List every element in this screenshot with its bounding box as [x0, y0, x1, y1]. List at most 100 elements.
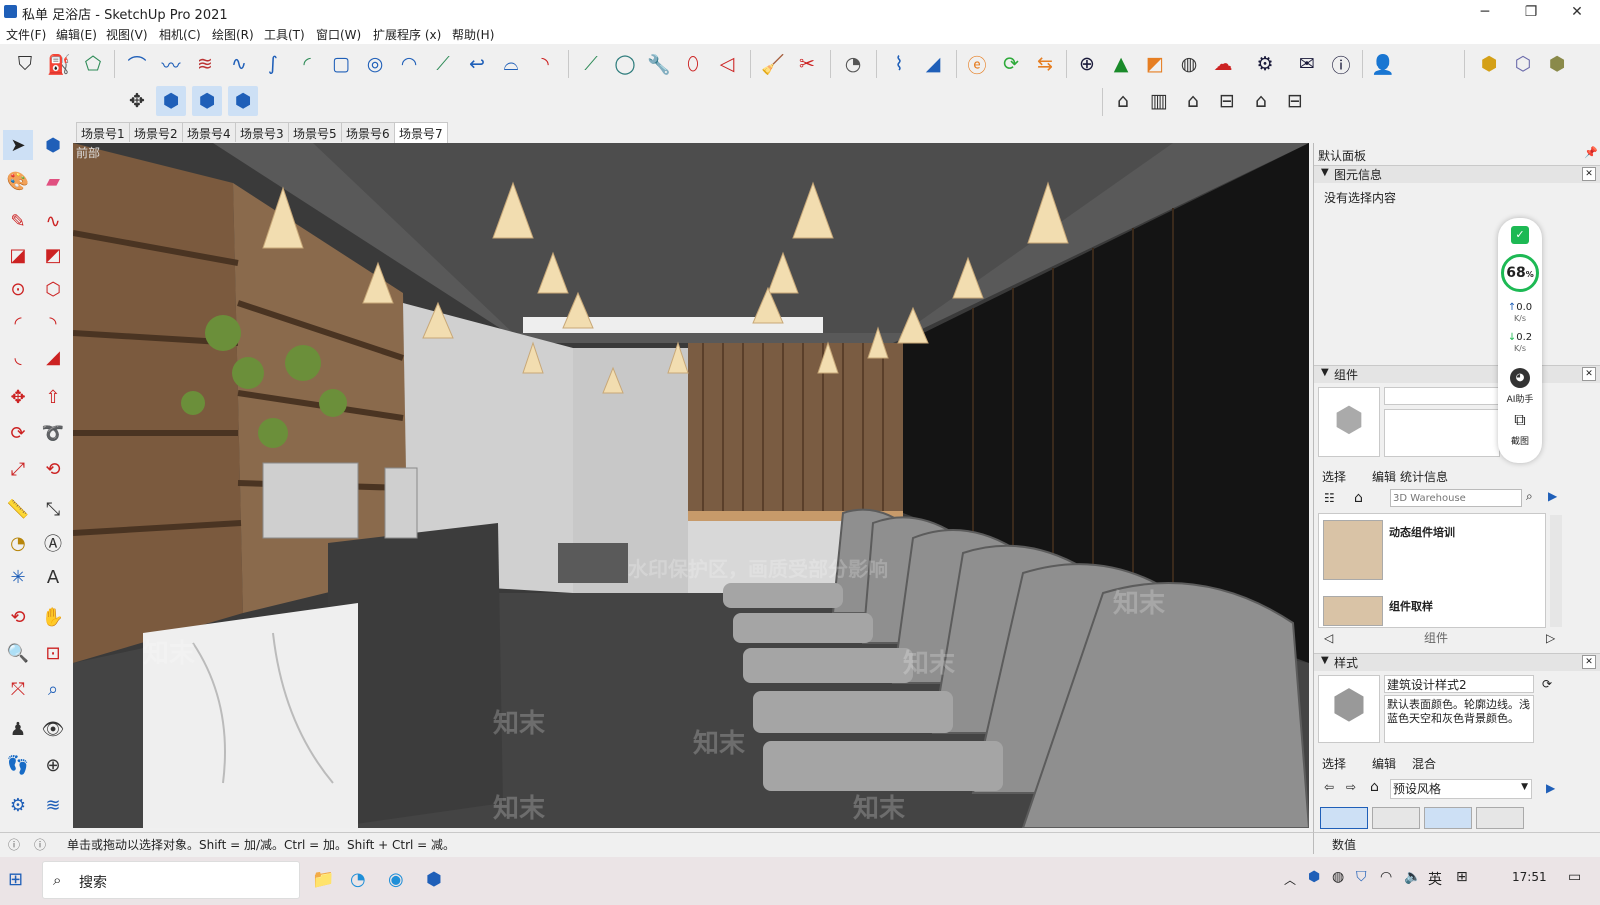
- sketchup-taskbar-icon[interactable]: ⬢: [426, 869, 442, 890]
- top-view-icon[interactable]: ▥: [1144, 86, 1174, 116]
- close-icon[interactable]: ✕: [1582, 655, 1596, 669]
- component-thumb[interactable]: [1323, 520, 1383, 580]
- component-search-input[interactable]: [1390, 489, 1522, 507]
- menu-extensions[interactable]: 扩展程序 (x): [373, 26, 441, 43]
- list-item[interactable]: 组件取样: [1389, 598, 1433, 614]
- zoom-extents-icon[interactable]: ⤧: [3, 674, 33, 704]
- cloud-upload-icon[interactable]: ☁: [1208, 49, 1238, 79]
- axes-icon[interactable]: ✳: [3, 562, 33, 592]
- shield-icon[interactable]: ⛉: [10, 49, 40, 79]
- clock-time[interactable]: 17:51: [1512, 870, 1547, 884]
- pin-icon[interactable]: 📌: [1584, 146, 1598, 159]
- sandbox-icon[interactable]: ≋: [38, 790, 68, 820]
- crop-screenshot-icon[interactable]: ⧉: [1510, 410, 1530, 430]
- style-thumb[interactable]: [1320, 807, 1368, 829]
- section-plane-icon[interactable]: ⊕: [38, 750, 68, 780]
- follow-me-icon[interactable]: ➰: [38, 418, 68, 448]
- rotated-rect-icon[interactable]: ◩: [38, 240, 68, 270]
- network-widget[interactable]: ✓ 68% ↑0.0 K/s ↓0.2 K/s ◕ AI助手 ⧉ 截图: [1498, 218, 1542, 463]
- shaded-view-icon[interactable]: ⬢: [192, 86, 222, 116]
- home-icon[interactable]: ⌂: [1354, 490, 1363, 506]
- menu-file[interactable]: 文件(F): [6, 26, 46, 43]
- tree-icon[interactable]: ▲: [1106, 49, 1136, 79]
- home-icon[interactable]: ⌂: [1370, 779, 1379, 795]
- scale-icon[interactable]: ⤢: [3, 454, 33, 484]
- style-thumb[interactable]: [1372, 807, 1420, 829]
- styles-header[interactable]: ▼ 样式 ✕: [1314, 653, 1600, 671]
- style-collection-dropdown[interactable]: 预设风格 ▼: [1390, 779, 1532, 799]
- mail-icon[interactable]: ✉: [1292, 49, 1322, 79]
- dimension-icon[interactable]: ⤡: [38, 494, 68, 524]
- refresh-icon[interactable]: ⟳: [996, 49, 1026, 79]
- info-icon[interactable]: ⓘ: [34, 836, 46, 853]
- eraser-icon[interactable]: ▰: [38, 166, 68, 196]
- paint-icon[interactable]: 🎨: [3, 166, 33, 196]
- tab-scene-2[interactable]: 场景号2: [129, 122, 183, 142]
- polygon-tool-icon[interactable]: ⬡: [38, 274, 68, 304]
- speaker-icon[interactable]: 🔈: [1404, 869, 1421, 885]
- cut-icon[interactable]: ✂: [792, 49, 822, 79]
- rotate-icon[interactable]: ⟳: [3, 418, 33, 448]
- orbit-tool-icon[interactable]: ⟲: [3, 602, 33, 632]
- look-around-eye-icon[interactable]: 👁: [38, 714, 68, 744]
- forward-icon[interactable]: ▶: [1548, 489, 1557, 503]
- tray-wechat-icon[interactable]: ◍: [1332, 869, 1344, 885]
- freehand-tool-icon[interactable]: ∿: [38, 206, 68, 236]
- tray-app-icon[interactable]: ⬢: [1308, 869, 1320, 885]
- wifi-icon[interactable]: ◠: [1380, 869, 1392, 885]
- offset-icon[interactable]: ⟲: [38, 454, 68, 484]
- spiral-icon[interactable]: ◎: [360, 49, 390, 79]
- info-icon[interactable]: ⓘ: [1326, 49, 1356, 79]
- gear-icon[interactable]: ⚙: [1250, 49, 1280, 79]
- chevron-up-icon[interactable]: ︿: [1284, 871, 1296, 888]
- menu-edit[interactable]: 编辑(E): [56, 26, 97, 43]
- polygon-icon[interactable]: ⬠: [78, 49, 108, 79]
- input-method-icon[interactable]: ⊞: [1456, 869, 1468, 885]
- arc-3-icon[interactable]: ⌓: [496, 49, 526, 79]
- circle-icon[interactable]: ◯: [610, 49, 640, 79]
- make-component-icon[interactable]: ⬢: [38, 130, 68, 160]
- zoom-icon[interactable]: 🔍: [3, 638, 33, 668]
- chat-app-icon[interactable]: ◔: [350, 869, 366, 890]
- arc-2pt-icon[interactable]: ◝: [38, 308, 68, 338]
- styles-tab-select[interactable]: 选择: [1322, 755, 1346, 772]
- move-icon[interactable]: ✥: [3, 382, 33, 412]
- spline-icon[interactable]: ∫: [258, 49, 288, 79]
- style-name-field[interactable]: 建筑设计样式2: [1384, 675, 1534, 693]
- checker-ball-icon[interactable]: ◍: [1174, 49, 1204, 79]
- curve-icon[interactable]: ∿: [224, 49, 254, 79]
- view-options-icon[interactable]: ☷: [1324, 491, 1335, 505]
- arc-red-icon[interactable]: ◝: [530, 49, 560, 79]
- orbit-icon[interactable]: ✥: [122, 86, 152, 116]
- entity-info-header[interactable]: ▼ 图元信息 ✕: [1314, 165, 1600, 183]
- oval-icon[interactable]: ⬯: [678, 49, 708, 79]
- menu-camera[interactable]: 相机(C): [159, 26, 201, 43]
- close-button[interactable]: ✕: [1554, 0, 1600, 24]
- pie-icon[interactable]: ◢: [38, 342, 68, 372]
- ai-assistant-icon[interactable]: ◕: [1510, 368, 1530, 388]
- tab-scene-1[interactable]: 场景号1: [76, 122, 130, 142]
- arc-tool-icon[interactable]: ◜: [3, 308, 33, 338]
- component-scrollbar[interactable]: [1550, 515, 1562, 627]
- rectangle-tool-icon[interactable]: ◪: [3, 240, 33, 270]
- 3d-viewport[interactable]: 前部 水印保护区，画质受部分影响 知末 知末 知末 知末 知末 知末 知末: [73, 143, 1309, 828]
- taskbar-search-box[interactable]: ⌕ 搜索: [42, 861, 300, 899]
- 3d-text-icon[interactable]: A: [38, 562, 68, 592]
- tab-scene-3[interactable]: 场景号3: [235, 122, 289, 142]
- arc-icon[interactable]: ◜: [292, 49, 322, 79]
- gear-plugin-icon[interactable]: ⚙: [3, 790, 33, 820]
- pencil-line-icon[interactable]: ✎: [3, 206, 33, 236]
- user-icon[interactable]: 👤: [1368, 49, 1398, 79]
- minimize-button[interactable]: ─: [1462, 0, 1508, 24]
- tab-scene-4[interactable]: 场景号4: [182, 122, 236, 142]
- notification-icon[interactable]: ▭: [1568, 869, 1581, 885]
- forward-arrow-icon[interactable]: ⇨: [1346, 780, 1356, 794]
- sweep-brush-icon[interactable]: 🧹: [758, 49, 788, 79]
- search-icon[interactable]: ⌕: [1526, 489, 1533, 504]
- front-view-icon[interactable]: ⌂: [1178, 86, 1208, 116]
- text-label-icon[interactable]: Ⓐ: [38, 528, 68, 558]
- arc-3pt-icon[interactable]: ◟: [3, 342, 33, 372]
- close-icon[interactable]: ✕: [1582, 167, 1596, 181]
- add-circle-icon[interactable]: ⊕: [1072, 49, 1102, 79]
- arc-bezier-icon[interactable]: ⌒: [122, 49, 152, 79]
